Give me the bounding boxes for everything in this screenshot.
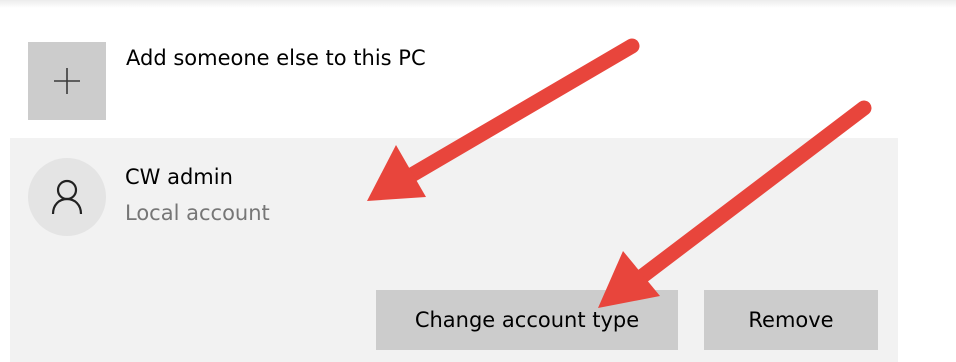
remove-button[interactable]: Remove [704, 290, 878, 350]
avatar [28, 158, 106, 236]
account-card[interactable]: CW admin Local account Change account ty… [10, 138, 898, 362]
plus-icon [54, 68, 80, 94]
add-someone-row[interactable]: Add someone else to this PC [28, 42, 628, 120]
add-someone-label[interactable]: Add someone else to this PC [126, 46, 426, 70]
person-icon [51, 179, 83, 215]
accounts-page: Add someone else to this PC CW admin Loc… [0, 0, 956, 362]
change-account-type-button[interactable]: Change account type [376, 290, 678, 350]
add-user-tile[interactable] [28, 42, 106, 120]
account-type: Local account [125, 201, 270, 225]
account-name: CW admin [125, 165, 233, 189]
top-divider [0, 0, 956, 8]
